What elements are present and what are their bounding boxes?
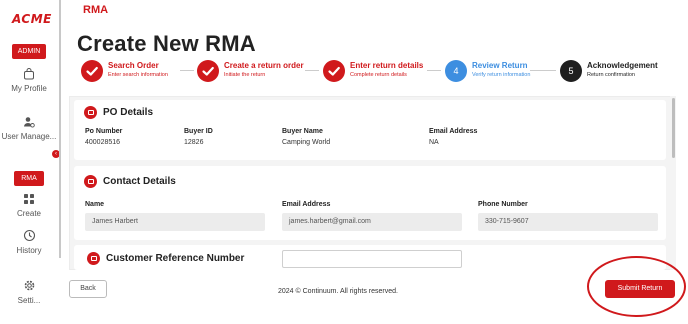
step-title: Acknowledgement (587, 61, 658, 70)
sidebar-item-label: My Profile (11, 84, 47, 93)
customer-reference-input[interactable] (282, 250, 462, 268)
po-details-card (74, 100, 666, 160)
buyer-name-value: Camping World (282, 139, 331, 146)
sidebar-item-history[interactable]: History (0, 229, 58, 256)
gear-icon (24, 280, 34, 291)
section-label: RMA (83, 4, 109, 16)
contact-email-label: Email Address (282, 201, 331, 208)
sidebar-item-label: History (16, 246, 42, 255)
step-number: 5 (560, 60, 582, 82)
sidebar-item-settings[interactable]: Setti... (0, 279, 58, 306)
contact-email-field[interactable]: james.harbert@gmail.com (282, 213, 462, 231)
step-subtitle: Initiate the return (224, 72, 266, 78)
sidebar-item-my-profile[interactable]: My Profile (0, 68, 58, 94)
sidebar-divider (59, 0, 61, 258)
copyright-text: 2024 © Continuum. All rights reserved. (278, 288, 398, 295)
po-email-value: NA (429, 139, 439, 146)
sidebar-item-create[interactable]: Create (0, 193, 58, 219)
step-number: 4 (445, 60, 467, 82)
sidebar-item-label: Create (16, 209, 41, 218)
id-card-icon (84, 106, 97, 119)
phone-number-field[interactable]: 330-715-9607 (478, 213, 658, 231)
po-number-value: 400028516 (85, 139, 121, 146)
submit-return-button[interactable]: Submit Return (605, 280, 675, 298)
user-cog-icon (24, 117, 35, 128)
buyer-id-label: Buyer ID (184, 128, 213, 135)
step-title: Enter return details (350, 61, 424, 70)
page-title: Create New RMA (77, 31, 256, 56)
id-card-icon (84, 175, 97, 188)
contact-name-field[interactable]: James Harbert (85, 213, 265, 231)
step-title: Search Order (108, 61, 159, 70)
shopping-bag-icon (24, 68, 34, 80)
acme-logo[interactable]: ACME (12, 12, 52, 26)
buyer-name-label: Buyer Name (282, 128, 323, 135)
sidebar-item-label: User Manage... (1, 132, 57, 141)
step-title: Review Return (472, 61, 528, 70)
check-icon (323, 60, 345, 82)
po-email-label: Email Address (429, 128, 478, 135)
customer-reference-title: Customer Reference Number (106, 253, 245, 264)
step-subtitle: Return confirmation (587, 72, 635, 78)
back-button[interactable]: Back (69, 280, 107, 298)
step-connector (530, 70, 556, 71)
phone-number-label: Phone Number (478, 201, 528, 208)
step-connector (427, 70, 441, 71)
step-subtitle: Complete return details (350, 72, 407, 78)
buyer-id-value: 12826 (184, 139, 204, 146)
sidebar-item-label: Setti... (17, 296, 41, 305)
history-icon (23, 229, 35, 242)
check-icon (81, 60, 103, 82)
step-subtitle: Enter search information (108, 72, 168, 78)
step-connector (180, 70, 194, 71)
id-card-icon (87, 252, 100, 265)
check-icon (197, 60, 219, 82)
rma-app: ACME ADMIN My Profile User Manage... ‹ R… (0, 0, 688, 324)
step-connector (305, 70, 319, 71)
sidebar-item-user-management[interactable]: User Manage... (0, 116, 58, 142)
step-title: Create a return order (224, 61, 304, 70)
grid-icon (24, 194, 34, 204)
sidebar: ACME ADMIN My Profile User Manage... ‹ R… (0, 0, 60, 324)
contact-details-title: Contact Details (103, 176, 176, 187)
contact-name-label: Name (85, 201, 105, 208)
sidebar-item-rma[interactable]: RMA (14, 171, 44, 186)
po-details-title: PO Details (103, 107, 154, 118)
admin-badge: ADMIN (12, 44, 46, 59)
scrollbar-thumb[interactable] (672, 98, 675, 158)
step-subtitle: Verify return information (472, 72, 531, 78)
po-number-label: Po Number (85, 128, 123, 135)
